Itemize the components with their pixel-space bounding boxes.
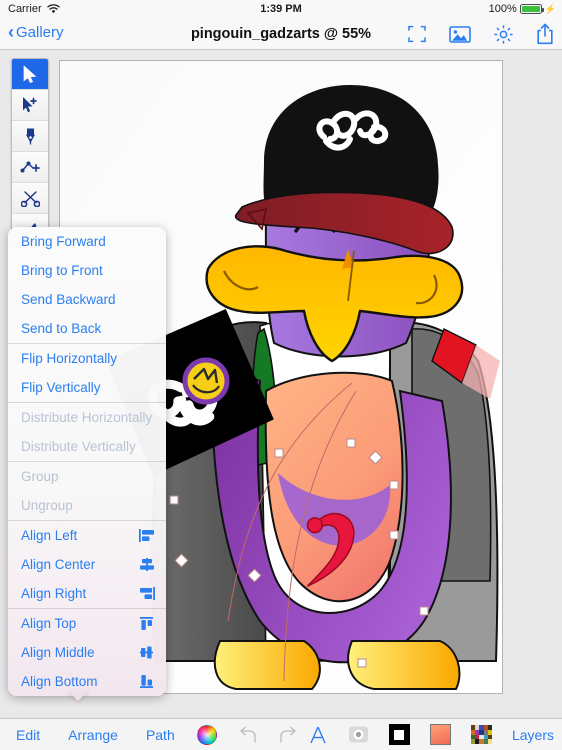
cursor-arrow-icon <box>23 65 37 83</box>
add-select-tool[interactable] <box>12 90 48 121</box>
camera-icon[interactable] <box>348 724 369 745</box>
menu-group: Group <box>8 462 166 491</box>
menu-item-label: Send Backward <box>21 292 116 307</box>
path-button[interactable]: Path <box>146 727 175 743</box>
align-top-icon <box>138 616 156 632</box>
scissors-icon <box>20 191 40 207</box>
arrange-context-menu[interactable]: Bring Forward Bring to Front Send Backward… <box>8 227 166 696</box>
add-node-tool[interactable] <box>12 152 48 183</box>
status-bar: Carrier 1:39 PM 100% ⚡ <box>0 0 562 18</box>
menu-align-middle[interactable]: Align Middle <box>8 638 166 667</box>
align-bottom-icon <box>138 674 156 690</box>
menu-bring-to-front[interactable]: Bring to Front <box>8 256 166 285</box>
text-style-icon[interactable] <box>308 725 328 745</box>
align-right-icon <box>138 586 156 602</box>
nav-actions <box>407 18 554 50</box>
bottom-toolbar: Edit Arrange Path Layers <box>0 718 562 750</box>
menu-distribute-horizontally: Distribute Horizontally <box>8 403 166 432</box>
stroke-color-swatch[interactable] <box>388 724 410 745</box>
menu-align-center[interactable]: Align Center <box>8 550 166 579</box>
tool-palette[interactable] <box>11 58 49 246</box>
fill-color-swatch[interactable] <box>429 724 451 745</box>
menu-send-to-back[interactable]: Send to Back <box>8 314 166 343</box>
menu-item-label: Bring to Front <box>21 263 103 278</box>
status-bar-time: 1:39 PM <box>260 3 302 15</box>
bottom-toolbar-right: Layers <box>308 724 554 745</box>
menu-send-backward[interactable]: Send Backward <box>8 285 166 314</box>
fit-to-screen-icon[interactable] <box>407 24 427 44</box>
menu-group: Bring Forward Bring to Front Send Backward… <box>8 227 166 343</box>
menu-item-label: Flip Vertically <box>21 380 101 395</box>
gear-icon[interactable] <box>493 24 514 45</box>
scissors-tool[interactable] <box>12 183 48 214</box>
battery-full-icon <box>519 4 544 14</box>
redo-icon[interactable] <box>277 726 299 744</box>
navigation-bar: ‹ Gallery pingouin_gadzarts @ 55% <box>0 18 562 50</box>
pen-nib-icon <box>25 128 35 144</box>
bottom-toolbar-left: Edit Arrange Path <box>0 724 299 745</box>
align-middle-icon <box>138 645 156 661</box>
arrange-button[interactable]: Arrange <box>68 727 118 743</box>
menu-item-label: Align Center <box>21 557 96 572</box>
status-bar-right: 100% ⚡ <box>489 3 556 15</box>
battery-percent-label: 100% <box>488 3 517 15</box>
layers-button[interactable]: Layers <box>512 727 554 743</box>
menu-item-label: Ungroup <box>21 498 73 513</box>
menu-item-label: Send to Back <box>21 321 102 336</box>
menu-item-label: Align Top <box>21 616 77 631</box>
menu-item-label: Align Bottom <box>21 674 98 689</box>
menu-item-label: Align Right <box>21 586 87 601</box>
palette-swatches-icon[interactable] <box>470 725 492 744</box>
select-tool[interactable] <box>12 59 48 90</box>
menu-item-label: Distribute Horizontally <box>21 410 153 425</box>
menu-ungroup: Ungroup <box>8 491 166 520</box>
menu-item-label: Align Left <box>21 528 78 543</box>
align-center-icon <box>138 557 156 573</box>
menu-bring-forward[interactable]: Bring Forward <box>8 227 166 256</box>
align-left-icon <box>138 528 156 544</box>
menu-align-left[interactable]: Align Left <box>8 521 166 550</box>
menu-align-top[interactable]: Align Top <box>8 609 166 638</box>
popover-tail <box>67 690 89 701</box>
menu-flip-horizontally[interactable]: Flip Horizontally <box>8 344 166 373</box>
cursor-plus-icon <box>23 97 37 113</box>
pen-tool[interactable] <box>12 121 48 152</box>
menu-group: Align Left Align Center Align Right <box>8 520 166 608</box>
menu-flip-vertically[interactable]: Flip Vertically <box>8 373 166 402</box>
image-icon[interactable] <box>449 25 471 44</box>
menu-item-label: Distribute Vertically <box>21 439 136 454</box>
menu-distribute-vertically: Distribute Vertically <box>8 432 166 461</box>
menu-item-label: Align Middle <box>21 645 95 660</box>
lightning-bolt-icon: ⚡ <box>544 3 556 14</box>
menu-group: Align Top Align Middle Align Bottom <box>8 608 166 696</box>
menu-group: Distribute Horizontally Distribute Vertic… <box>8 402 166 461</box>
add-node-icon <box>20 161 40 173</box>
menu-group: Flip Horizontally Flip Vertically <box>8 343 166 402</box>
color-wheel-icon[interactable] <box>196 724 217 745</box>
menu-item-label: Flip Horizontally <box>21 351 118 366</box>
menu-align-right[interactable]: Align Right <box>8 579 166 608</box>
edit-button[interactable]: Edit <box>16 727 40 743</box>
menu-item-label: Group <box>21 469 59 484</box>
menu-item-label: Bring Forward <box>21 234 106 249</box>
share-icon[interactable] <box>536 23 554 45</box>
undo-icon[interactable] <box>237 726 259 744</box>
menu-group: Group Ungroup <box>8 461 166 520</box>
